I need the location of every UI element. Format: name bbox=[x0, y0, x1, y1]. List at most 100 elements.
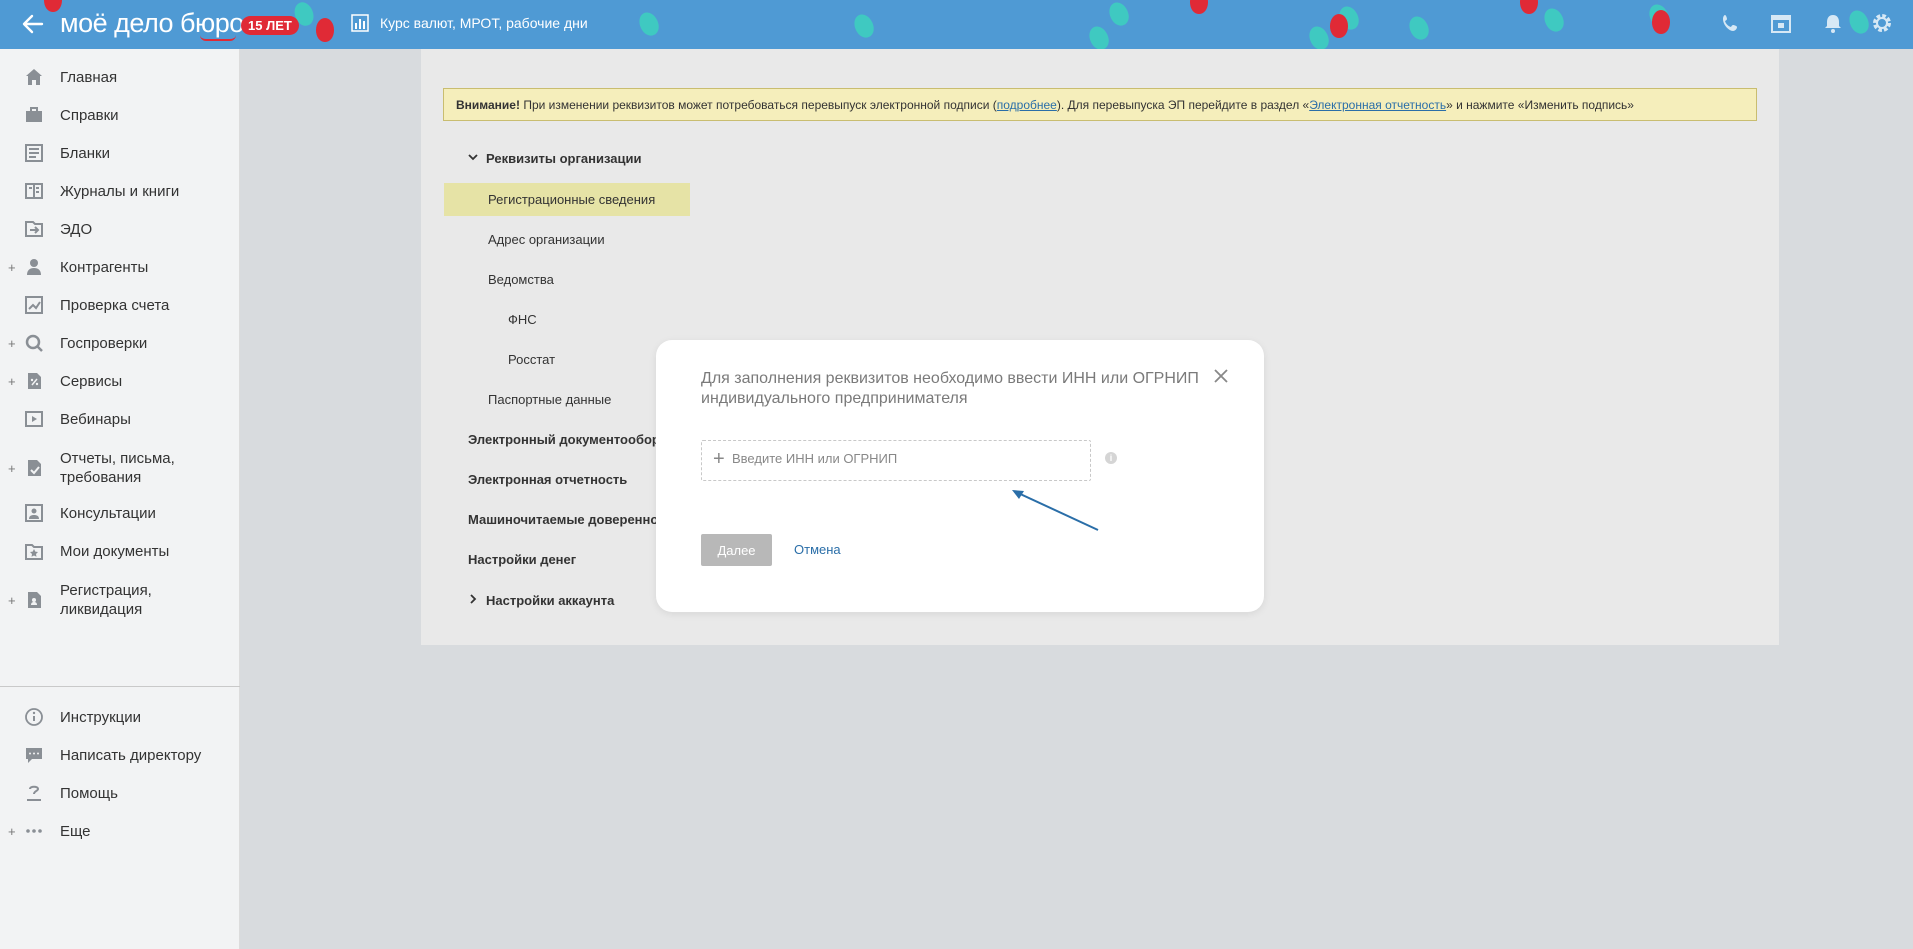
tree-edo[interactable]: Электронный документооборот bbox=[468, 432, 674, 447]
anniversary-badge: 15 ЛЕТ bbox=[241, 16, 299, 35]
calendar-icon[interactable] bbox=[1770, 12, 1792, 34]
pointer-arrow bbox=[1012, 490, 1099, 531]
logo-swoosh bbox=[200, 35, 236, 41]
consult-icon bbox=[24, 503, 44, 523]
sidebar-item-my-documents[interactable]: Мои документы bbox=[0, 535, 240, 567]
sidebar-divider bbox=[0, 686, 240, 687]
balloon-decoration bbox=[1845, 7, 1873, 37]
sidebar-item-counterparties[interactable]: + Контрагенты bbox=[0, 251, 240, 283]
balloon-decoration bbox=[1520, 0, 1538, 14]
balloon-decoration bbox=[635, 9, 663, 39]
tree-account-settings[interactable]: Настройки аккаунта bbox=[486, 593, 614, 608]
tree-money-settings[interactable]: Настройки денег bbox=[468, 552, 576, 567]
plus-icon: + bbox=[713, 448, 725, 470]
back-arrow-icon[interactable] bbox=[20, 11, 46, 37]
warning-text: При изменении реквизитов может потребова… bbox=[519, 98, 997, 112]
sidebar-item-label: Сервисы bbox=[60, 372, 123, 390]
phone-icon[interactable] bbox=[1720, 12, 1742, 34]
sidebar-item-more[interactable]: + Еще bbox=[0, 815, 240, 847]
sidebar-item-services[interactable]: + Сервисы bbox=[0, 365, 240, 397]
warning-text: » и нажмите «Изменить подпись» bbox=[1446, 98, 1634, 112]
sidebar-item-label: Регистрация, ликвидация bbox=[60, 582, 152, 618]
inn-input[interactable] bbox=[732, 451, 1072, 466]
tree-reg-info[interactable]: Регистрационные сведения bbox=[488, 192, 655, 207]
sidebar: Главная Справки Бланки Журналы и книги Э… bbox=[0, 49, 240, 949]
balloon-decoration bbox=[1405, 13, 1433, 43]
sidebar-item-account-check[interactable]: Проверка счета bbox=[0, 289, 240, 321]
percent-doc-icon bbox=[24, 371, 44, 391]
e-reporting-link[interactable]: Электронная отчетность bbox=[1309, 98, 1446, 112]
expand-plus-icon[interactable]: + bbox=[8, 336, 16, 351]
balloon-decoration bbox=[1652, 10, 1670, 34]
sidebar-item-label: Журналы и книги bbox=[60, 182, 180, 200]
balloon-decoration bbox=[1085, 23, 1113, 49]
sidebar-item-label: Бланки bbox=[60, 144, 110, 162]
balloon-decoration bbox=[1190, 0, 1208, 14]
expand-plus-icon[interactable]: + bbox=[8, 593, 16, 608]
cancel-link[interactable]: Отмена bbox=[794, 542, 841, 557]
inn-field[interactable]: + bbox=[701, 440, 1091, 481]
sidebar-item-inspections[interactable]: + Госпроверки bbox=[0, 327, 240, 359]
expand-plus-icon[interactable]: + bbox=[8, 824, 16, 839]
sidebar-item-label: Инструкции bbox=[60, 708, 142, 726]
sidebar-item-label: Помощь bbox=[60, 784, 118, 802]
sidebar-item-forms[interactable]: Бланки bbox=[0, 137, 240, 169]
tree-fns[interactable]: ФНС bbox=[508, 312, 537, 327]
sidebar-item-home[interactable]: Главная bbox=[0, 61, 240, 93]
next-button[interactable]: Далее bbox=[701, 534, 772, 566]
expand-plus-icon[interactable]: + bbox=[8, 374, 16, 389]
sidebar-item-label: Консультации bbox=[60, 504, 156, 522]
home-icon bbox=[24, 67, 44, 87]
expand-plus-icon[interactable]: + bbox=[8, 260, 16, 275]
tree-passport[interactable]: Паспортные данные bbox=[488, 392, 611, 407]
help-icon bbox=[24, 783, 44, 803]
briefcase-icon bbox=[24, 105, 44, 125]
balloon-decoration bbox=[1105, 0, 1133, 29]
sidebar-item-instructions[interactable]: Инструкции bbox=[0, 701, 240, 733]
inn-modal: Для заполнения реквизитов необходимо вве… bbox=[656, 340, 1264, 612]
sidebar-item-consultations[interactable]: Консультации bbox=[0, 497, 240, 529]
warning-text: ). Для перевыпуска ЭП перейдите в раздел… bbox=[1056, 98, 1310, 112]
account-check-icon bbox=[24, 295, 44, 315]
message-icon bbox=[24, 745, 44, 765]
sidebar-item-help[interactable]: Помощь bbox=[0, 777, 240, 809]
tree-machine-poa[interactable]: Машиночитаемые доверенности bbox=[468, 512, 680, 527]
modal-title: Для заполнения реквизитов необходимо вве… bbox=[701, 370, 1199, 407]
sidebar-item-reports[interactable]: + Отчеты, письма, требования bbox=[0, 447, 240, 489]
tree-org-requisites[interactable]: Реквизиты организации bbox=[486, 151, 641, 166]
info-circle-icon bbox=[24, 707, 44, 727]
top-bar: моё дело бюро 15 ЛЕТ Курс валют, МРОТ, р… bbox=[0, 0, 1913, 49]
expand-plus-icon[interactable]: + bbox=[8, 461, 16, 476]
tree-rosstat[interactable]: Росстат bbox=[508, 352, 555, 367]
sidebar-item-label: ЭДО bbox=[60, 220, 93, 238]
more-dots-icon bbox=[24, 821, 44, 841]
tree-org-address[interactable]: Адрес организации bbox=[488, 232, 605, 247]
gear-icon[interactable] bbox=[1871, 12, 1893, 34]
video-icon bbox=[24, 409, 44, 429]
bell-icon[interactable] bbox=[1822, 12, 1844, 34]
balloon-decoration bbox=[1305, 23, 1333, 49]
chevron-down-icon[interactable] bbox=[468, 152, 478, 165]
balloon-decoration bbox=[1540, 5, 1568, 35]
edo-icon bbox=[24, 219, 44, 239]
sidebar-item-webinars[interactable]: Вебинары bbox=[0, 403, 240, 435]
info-icon[interactable]: i bbox=[1105, 452, 1117, 464]
tree-e-reporting[interactable]: Электронная отчетность bbox=[468, 472, 627, 487]
sidebar-item-label: Проверка счета bbox=[60, 296, 170, 314]
close-icon[interactable] bbox=[1211, 367, 1231, 387]
sidebar-item-label: Вебинары bbox=[60, 410, 131, 428]
sidebar-item-journals[interactable]: Журналы и книги bbox=[0, 175, 240, 207]
tree-departments[interactable]: Ведомства bbox=[488, 272, 554, 287]
sidebar-item-write-director[interactable]: Написать директору bbox=[0, 739, 240, 771]
forms-icon bbox=[24, 143, 44, 163]
sidebar-item-edo[interactable]: ЭДО bbox=[0, 213, 240, 245]
chevron-right-icon[interactable] bbox=[468, 594, 478, 607]
currency-rates-link[interactable]: Курс валют, МРОТ, рабочие дни bbox=[380, 15, 588, 31]
registration-icon bbox=[24, 590, 44, 610]
sidebar-item-certificates[interactable]: Справки bbox=[0, 99, 240, 131]
details-link[interactable]: подробнее bbox=[997, 98, 1057, 112]
journal-icon bbox=[24, 181, 44, 201]
chart-icon[interactable] bbox=[351, 14, 369, 32]
warning-title: Внимание! bbox=[456, 98, 520, 112]
sidebar-item-registration[interactable]: + Регистрация, ликвидация bbox=[0, 579, 240, 621]
